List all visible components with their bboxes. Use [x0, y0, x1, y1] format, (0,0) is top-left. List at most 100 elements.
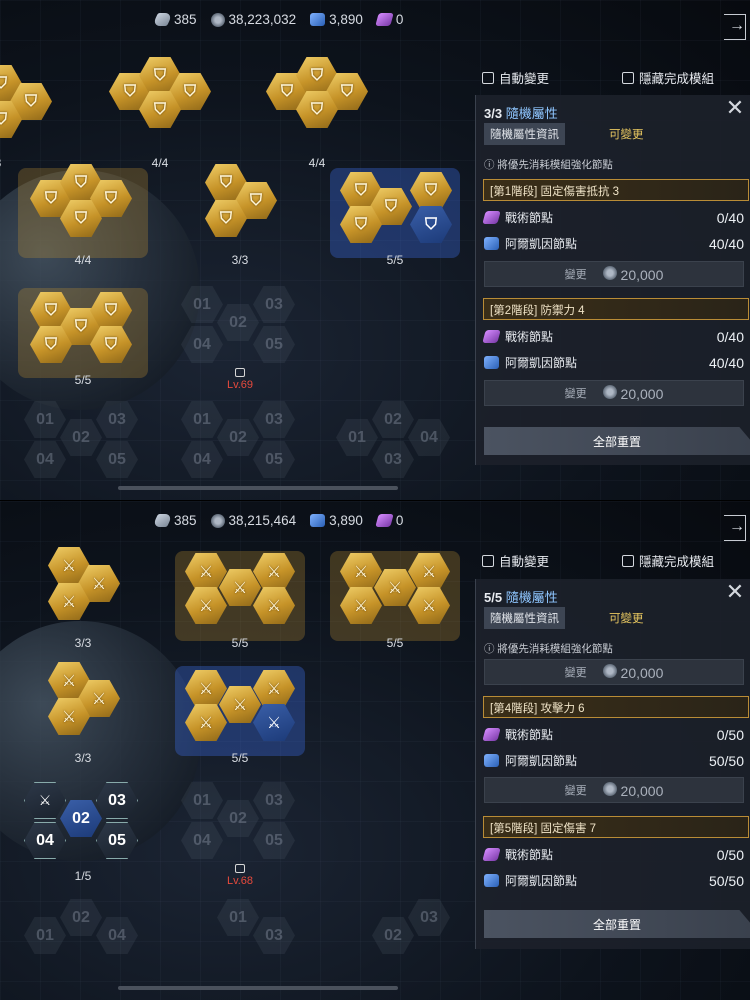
module-card-selected[interactable]: ⛉ ⛉ ⛉ ⛉ ⛉ 5/5 [330, 160, 460, 267]
module-card[interactable]: ⛉ ⛉ ⛉ ⛉ 4/4 [95, 55, 225, 170]
module-card[interactable]: ⛉ ⛉ ⛉ ⛉ ⛉ 5/5 [18, 280, 148, 387]
checkbox-icon[interactable] [482, 554, 494, 567]
slot-02: 02 [60, 899, 102, 936]
slot-01: 01 [181, 782, 223, 819]
empty-module: 01 02 03 04 05 [175, 395, 305, 500]
empty-module: 01 02 04 [18, 893, 148, 998]
panel-tabs: 隨機屬性資訊 可變更 [484, 123, 644, 145]
hide-completed-option[interactable]: 隱藏完成模組 [622, 68, 714, 87]
checkbox-icon[interactable] [622, 554, 634, 567]
change-button[interactable]: 變更 20,000 [484, 777, 744, 803]
random-attribute-panel: 5/5 隨機屬性 ✕ 隨機屬性資訊 可變更 ⓘ 將優先消耗模組強化節點 變更 2… [475, 579, 750, 949]
slot-03: 03 [253, 917, 295, 954]
slot-02: 02 [372, 401, 414, 438]
close-icon[interactable]: ✕ [724, 97, 746, 120]
module-card[interactable]: ⚔ ⚔ ⚔ 3/3 [18, 543, 148, 650]
slot-03: 03 [96, 401, 138, 438]
close-icon[interactable]: ✕ [724, 581, 746, 604]
slot-03: 03 [408, 899, 450, 936]
exit-icon[interactable]: → [724, 515, 746, 541]
change-button[interactable]: 變更 20,000 [484, 261, 744, 287]
scrollbar[interactable] [118, 986, 398, 990]
checkbox-icon[interactable] [482, 71, 494, 84]
reset-all-button[interactable]: 全部重置 [484, 910, 750, 938]
hide-completed-option[interactable]: 隱藏完成模組 [622, 551, 714, 570]
info-note: ⓘ 將優先消耗模組強化節點 [484, 159, 613, 171]
slot-03: 03 [372, 441, 414, 478]
module-progress: 1/5 [74, 869, 92, 883]
empty-module: 01 03 [175, 893, 305, 998]
coin-icon [602, 384, 617, 399]
slot-01: 01 [181, 401, 223, 438]
step-04: 04 [24, 822, 66, 859]
lock-icon [235, 864, 245, 873]
module-progress: 4/4 [74, 253, 92, 267]
coin-icon [602, 663, 617, 678]
module-grid: ⛉ ⛉ ⛉ 3/3 ⛉ ⛉ ⛉ ⛉ 4/4 ⛉ ⛉ ⛉ ⛉ 4/4 ⛉ ⛉ ⛉ … [0, 0, 470, 500]
tactical-node-row: 戰術節點 0/50 [482, 846, 744, 863]
step-05: 05 [96, 822, 138, 859]
step-02: 02 [60, 800, 102, 837]
random-attribute-panel: 3/3 隨機屬性 ✕ 隨機屬性資訊 可變更 ⓘ 將優先消耗模組強化節點 [第1階… [475, 95, 750, 465]
exit-icon[interactable]: → [724, 14, 746, 40]
module-card[interactable]: ⛉ ⛉ ⛉ 3/3 [175, 160, 305, 267]
stage-header: [第5階段] 固定傷害 7 [483, 816, 749, 838]
slot-01: 01 [336, 419, 378, 456]
module-card[interactable]: ⚔ ⚔ ⚔ ⚔ ⚔ 5/5 [330, 543, 460, 650]
module-card[interactable]: ⛉ ⛉ ⛉ ⛉ 4/4 [18, 160, 148, 267]
tab-attribute-info[interactable]: 隨機屬性資訊 [484, 607, 565, 629]
module-card[interactable]: ⛉ ⛉ ⛉ ⛉ 4/4 [252, 55, 382, 170]
gene-node-row: 阿爾凱因節點 50/50 [484, 872, 744, 889]
panel-title: 3/3 隨機屬性 [484, 106, 558, 121]
slot-05: 05 [253, 326, 295, 363]
coin-icon [602, 265, 617, 280]
screenshot-bottom: 385 38,215,464 3,890 0 → ⚔ ⚔ ⚔ 3/3 ⚔ ⚔ ⚔… [0, 500, 750, 1000]
tactical-node-row: 戰術節點 0/40 [482, 328, 744, 345]
module-card[interactable]: ⛉ ⛉ ⛉ 3/3 [0, 55, 90, 170]
screenshot-top: 385 38,223,032 3,890 0 → ⛉ ⛉ ⛉ 3/3 ⛉ ⛉ ⛉… [0, 0, 750, 500]
tactical-node-icon [482, 848, 501, 861]
slot-01: 01 [24, 401, 66, 438]
module-grid: ⚔ ⚔ ⚔ 3/3 ⚔ ⚔ ⚔ ⚔ ⚔ 5/5 ⚔ ⚔ ⚔ ⚔ ⚔ 5/5 ⚔ … [0, 501, 470, 1000]
module-card-selected[interactable]: ⚔ ⚔ ⚔ ⚔ ⚔ 5/5 [175, 658, 305, 765]
auto-change-option[interactable]: 自動變更 [482, 551, 549, 570]
module-progress: 5/5 [386, 636, 404, 650]
changeable-status: 可變更 [609, 613, 644, 625]
tab-attribute-info[interactable]: 隨機屬性資訊 [484, 123, 565, 145]
module-card-steps[interactable]: ⚔ 02 03 04 05 1/5 [18, 776, 148, 883]
lock-level: Lv.69 [175, 368, 305, 391]
module-card[interactable]: ⚔ ⚔ ⚔ ⚔ ⚔ 5/5 [175, 543, 305, 650]
change-button[interactable]: 變更 20,000 [484, 380, 744, 406]
lock-icon [235, 368, 245, 377]
gene-node-row: 阿爾凱因節點 40/40 [484, 354, 744, 371]
slot-04: 04 [181, 822, 223, 859]
change-button[interactable]: 變更 20,000 [484, 659, 744, 685]
info-note: ⓘ 將優先消耗模組強化節點 [484, 643, 613, 655]
slot-02: 02 [217, 304, 259, 341]
slot-03: 03 [253, 782, 295, 819]
slot-05: 05 [96, 441, 138, 478]
lock-level: Lv.68 [175, 864, 305, 887]
slot-01: 01 [181, 286, 223, 323]
slot-04: 04 [24, 441, 66, 478]
module-progress: 5/5 [231, 751, 249, 765]
auto-change-option[interactable]: 自動變更 [482, 68, 549, 87]
stage-header: [第2階段] 防禦力 4 [483, 298, 749, 320]
gene-node-icon [484, 874, 499, 887]
slot-05: 05 [253, 822, 295, 859]
scrollbar[interactable] [118, 486, 398, 490]
module-card[interactable]: ⚔ ⚔ ⚔ 3/3 [18, 658, 148, 765]
empty-module: 01 02 04 03 [330, 395, 460, 500]
stage-header: [第1階段] 固定傷害抵抗 3 [483, 179, 749, 201]
empty-module: 02 03 [330, 893, 460, 998]
tactical-node-icon [482, 728, 501, 741]
checkbox-icon[interactable] [622, 71, 634, 84]
step-03: 03 [96, 782, 138, 819]
slot-04: 04 [96, 917, 138, 954]
gene-node-row: 阿爾凱因節點 40/40 [484, 235, 744, 252]
reset-all-button[interactable]: 全部重置 [484, 427, 750, 455]
gene-node-row: 阿爾凱因節點 50/50 [484, 752, 744, 769]
slot-05: 05 [253, 441, 295, 478]
tactical-node-row: 戰術節點 0/50 [482, 726, 744, 743]
gene-node-icon [484, 754, 499, 767]
